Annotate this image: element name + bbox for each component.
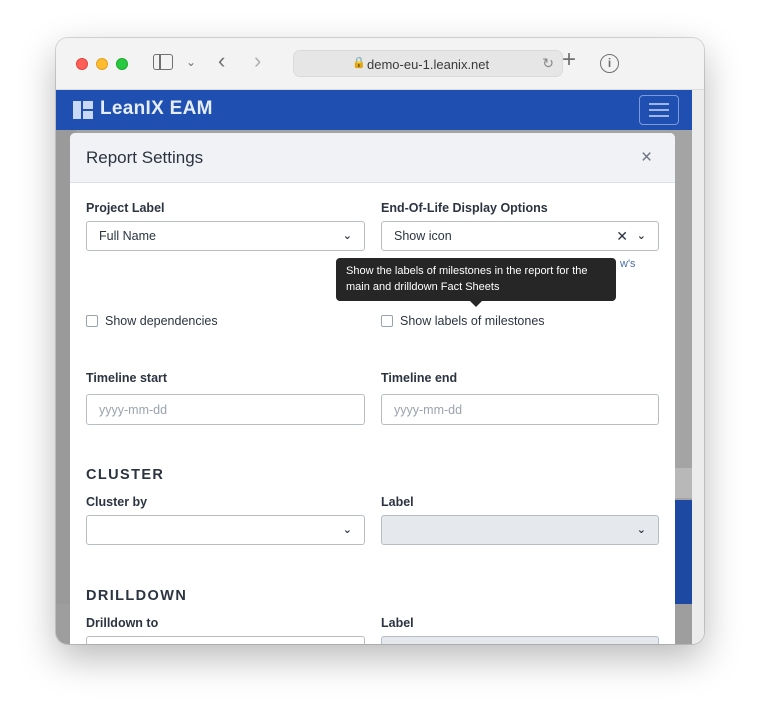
page-scrollbar[interactable] — [692, 90, 704, 644]
project-label-value: Full Name — [99, 229, 156, 243]
timeline-start-input[interactable] — [86, 394, 365, 425]
minimize-window-button[interactable] — [96, 58, 108, 70]
chevron-down-icon: ⌄ — [342, 524, 352, 536]
drilldown-label-heading: Label — [381, 616, 414, 630]
close-window-button[interactable] — [76, 58, 88, 70]
drilldown-to-heading: Drilldown to — [86, 616, 159, 630]
show-dependencies-checkbox[interactable] — [86, 315, 98, 327]
chevron-down-icon: ⌄ — [636, 230, 646, 242]
address-bar[interactable]: 🔒 demo-eu-1.leanix.net ↻ — [293, 50, 563, 77]
info-icon[interactable]: i — [600, 54, 619, 73]
clear-selection-icon[interactable]: ✕ — [616, 228, 628, 245]
new-tab-icon[interactable]: + — [562, 48, 576, 72]
drilldown-to-select[interactable] — [86, 636, 365, 644]
timeline-end-input[interactable] — [381, 394, 659, 425]
browser-titlebar: ⌄ ‹ › 🔒 demo-eu-1.leanix.net ↻ + i — [56, 38, 704, 90]
cluster-label-select: ⌄ — [381, 515, 659, 545]
chevron-down-icon[interactable]: ⌄ — [186, 52, 196, 72]
eol-display-value: Show icon — [394, 229, 452, 243]
lock-icon: 🔒 — [352, 57, 366, 69]
app-header: LeanIX EAM — [56, 90, 692, 130]
show-milestone-labels-checkbox[interactable] — [381, 315, 393, 327]
modal-header: Report Settings × — [70, 133, 675, 183]
cluster-section-title: CLUSTER — [86, 467, 165, 483]
reload-icon[interactable]: ↻ — [542, 55, 554, 72]
eol-display-heading: End-Of-Life Display Options — [381, 201, 548, 215]
page-content: LeanIX EAM Report Settings × Project Lab… — [56, 90, 704, 644]
modal-title: Report Settings — [86, 148, 204, 167]
sidebar-toggle-icon[interactable] — [153, 54, 173, 70]
project-label-select[interactable]: Full Name ⌄ — [86, 221, 365, 251]
url-text: demo-eu-1.leanix.net — [367, 57, 490, 72]
menu-toggle-button[interactable] — [639, 95, 679, 125]
show-milestone-labels-label: Show labels of milestones — [400, 314, 545, 328]
cluster-by-select[interactable]: ⌄ — [86, 515, 365, 545]
close-icon[interactable]: × — [641, 148, 652, 167]
project-label-heading: Project Label — [86, 201, 165, 215]
drilldown-section-title: DRILLDOWN — [86, 588, 188, 604]
report-settings-modal: Report Settings × Project Label Full Nam… — [70, 133, 675, 644]
timeline-start-heading: Timeline start — [86, 371, 168, 385]
chevron-down-icon: ⌄ — [636, 524, 646, 536]
cluster-label-heading: Label — [381, 495, 414, 509]
back-arrow-icon[interactable]: ‹ — [218, 50, 225, 72]
app-logo-text: LeanIX EAM — [100, 98, 213, 119]
show-dependencies-label: Show dependencies — [105, 314, 218, 328]
forward-arrow-icon[interactable]: › — [254, 50, 261, 72]
chevron-down-icon: ⌄ — [342, 230, 352, 242]
eol-helper-link[interactable]: w's — [620, 258, 636, 270]
cluster-by-heading: Cluster by — [86, 495, 148, 509]
eol-display-select[interactable]: Show icon ✕ ⌄ — [381, 221, 659, 251]
zoom-window-button[interactable] — [116, 58, 128, 70]
timeline-end-heading: Timeline end — [381, 371, 458, 385]
milestones-tooltip: Show the labels of milestones in the rep… — [336, 258, 616, 307]
drilldown-label-select — [381, 636, 659, 644]
leanix-logo-icon — [73, 101, 93, 119]
browser-window: ⌄ ‹ › 🔒 demo-eu-1.leanix.net ↻ + i LeanI… — [56, 38, 704, 644]
